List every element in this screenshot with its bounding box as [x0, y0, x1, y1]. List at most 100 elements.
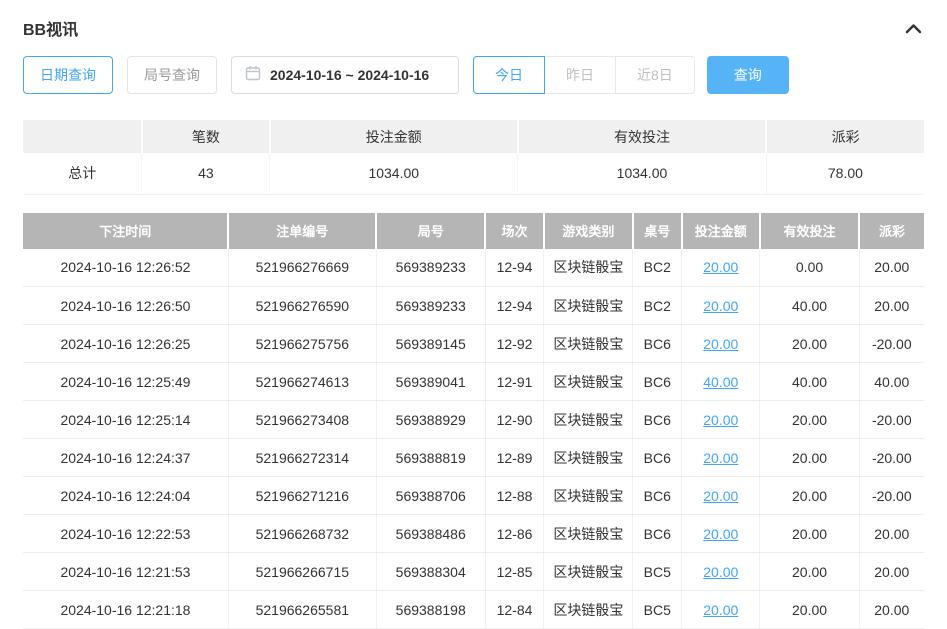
- bet-amount-link[interactable]: 20.00: [703, 526, 738, 542]
- quick-range-group: 今日 昨日 近8日: [473, 56, 695, 94]
- cell-game-type: 区块链骰宝: [544, 477, 633, 515]
- cell-payout: -20.00: [859, 439, 924, 477]
- cell-valid-bet: 40.00: [760, 287, 859, 325]
- table-row: 2024-10-16 12:24:37 521966272314 5693888…: [23, 439, 924, 477]
- cell-table-no: BC2: [633, 249, 682, 287]
- bb-video-panel: BB视讯 日期查询 局号查询 2024-10-16 ~ 2024-10-16 今…: [0, 0, 947, 629]
- cell-round-id: 569389041: [376, 363, 485, 401]
- quick-range-yesterday-button[interactable]: 昨日: [544, 56, 616, 94]
- cell-valid-bet: 20.00: [760, 401, 859, 439]
- cell-table-no: BC2: [633, 287, 682, 325]
- calendar-icon: [245, 65, 261, 86]
- summary-header-valid-bet: 有效投注: [518, 120, 767, 153]
- cell-valid-bet: 20.00: [760, 591, 859, 629]
- table-row: 2024-10-16 12:26:52 521966276669 5693892…: [23, 249, 924, 287]
- bet-amount-link[interactable]: 20.00: [703, 298, 738, 314]
- bet-amount-link[interactable]: 20.00: [703, 412, 738, 428]
- summary-bet-amount-value: 1034.00: [270, 153, 518, 194]
- cell-bet-amount: 20.00: [682, 439, 760, 477]
- cell-bet-time: 2024-10-16 12:26:52: [23, 249, 228, 287]
- cell-session: 12-89: [485, 439, 544, 477]
- cell-session: 12-86: [485, 515, 544, 553]
- cell-session: 12-92: [485, 325, 544, 363]
- summary-total-label: 总计: [23, 153, 142, 194]
- col-header-bet-amount: 投注金额: [682, 213, 760, 249]
- cell-valid-bet: 40.00: [760, 363, 859, 401]
- cell-bet-time: 2024-10-16 12:25:49: [23, 363, 228, 401]
- bet-amount-link[interactable]: 20.00: [703, 488, 738, 504]
- cell-order-id: 521966271216: [228, 477, 376, 515]
- date-range-input[interactable]: 2024-10-16 ~ 2024-10-16: [231, 56, 459, 94]
- cell-session: 12-91: [485, 363, 544, 401]
- cell-payout: 20.00: [859, 249, 924, 287]
- cell-bet-amount: 20.00: [682, 325, 760, 363]
- cell-bet-amount: 20.00: [682, 287, 760, 325]
- records-header-row: 下注时间 注单编号 局号 场次 游戏类别 桌号 投注金额 有效投注 派彩: [23, 213, 924, 249]
- cell-round-id: 569388304: [376, 553, 485, 591]
- table-row: 2024-10-16 12:26:50 521966276590 5693892…: [23, 287, 924, 325]
- cell-valid-bet: 20.00: [760, 553, 859, 591]
- cell-order-id: 521966268732: [228, 515, 376, 553]
- cell-game-type: 区块链骰宝: [544, 591, 633, 629]
- cell-game-type: 区块链骰宝: [544, 401, 633, 439]
- col-header-session: 场次: [485, 213, 544, 249]
- cell-session: 12-85: [485, 553, 544, 591]
- cell-table-no: BC5: [633, 553, 682, 591]
- cell-round-id: 569388198: [376, 591, 485, 629]
- cell-bet-time: 2024-10-16 12:22:53: [23, 515, 228, 553]
- cell-payout: -20.00: [859, 325, 924, 363]
- cell-payout: 20.00: [859, 515, 924, 553]
- cell-table-no: BC6: [633, 401, 682, 439]
- bet-amount-link[interactable]: 20.00: [703, 602, 738, 618]
- cell-order-id: 521966266715: [228, 553, 376, 591]
- date-range-value: 2024-10-16 ~ 2024-10-16: [270, 67, 429, 83]
- cell-round-id: 569388819: [376, 439, 485, 477]
- bet-amount-link[interactable]: 20.00: [703, 450, 738, 466]
- table-row: 2024-10-16 12:21:53 521966266715 5693883…: [23, 553, 924, 591]
- cell-session: 12-88: [485, 477, 544, 515]
- bet-amount-link[interactable]: 20.00: [703, 336, 738, 352]
- cell-round-id: 569389233: [376, 287, 485, 325]
- page-title: BB视讯: [23, 16, 78, 40]
- date-query-tab-button[interactable]: 日期查询: [23, 56, 113, 94]
- cell-order-id: 521966265581: [228, 591, 376, 629]
- cell-table-no: BC6: [633, 325, 682, 363]
- cell-game-type: 区块链骰宝: [544, 363, 633, 401]
- cell-round-id: 569388486: [376, 515, 485, 553]
- cell-game-type: 区块链骰宝: [544, 553, 633, 591]
- quick-range-today-button[interactable]: 今日: [473, 56, 545, 94]
- bet-amount-link[interactable]: 20.00: [703, 259, 738, 275]
- cell-payout: -20.00: [859, 401, 924, 439]
- table-row: 2024-10-16 12:21:18 521966265581 5693881…: [23, 591, 924, 629]
- bet-amount-link[interactable]: 40.00: [703, 374, 738, 390]
- cell-table-no: BC5: [633, 591, 682, 629]
- cell-order-id: 521966273408: [228, 401, 376, 439]
- bet-amount-link[interactable]: 20.00: [703, 564, 738, 580]
- cell-bet-time: 2024-10-16 12:26:50: [23, 287, 228, 325]
- round-query-tab-button[interactable]: 局号查询: [127, 56, 217, 94]
- cell-table-no: BC6: [633, 515, 682, 553]
- summary-total-row: 总计 43 1034.00 1034.00 78.00: [23, 153, 924, 194]
- search-button[interactable]: 查询: [707, 56, 789, 94]
- cell-game-type: 区块链骰宝: [544, 287, 633, 325]
- cell-game-type: 区块链骰宝: [544, 515, 633, 553]
- cell-order-id: 521966276590: [228, 287, 376, 325]
- table-row: 2024-10-16 12:24:04 521966271216 5693887…: [23, 477, 924, 515]
- cell-payout: -20.00: [859, 477, 924, 515]
- summary-header-count: 笔数: [142, 120, 270, 153]
- cell-valid-bet: 0.00: [760, 249, 859, 287]
- summary-header-bet-amount: 投注金额: [270, 120, 518, 153]
- cell-session: 12-90: [485, 401, 544, 439]
- cell-payout: 20.00: [859, 591, 924, 629]
- cell-game-type: 区块链骰宝: [544, 439, 633, 477]
- cell-bet-time: 2024-10-16 12:21:18: [23, 591, 228, 629]
- cell-bet-amount: 40.00: [682, 363, 760, 401]
- cell-table-no: BC6: [633, 477, 682, 515]
- cell-bet-amount: 20.00: [682, 553, 760, 591]
- cell-bet-time: 2024-10-16 12:21:53: [23, 553, 228, 591]
- col-header-order-id: 注单编号: [228, 213, 376, 249]
- summary-valid-bet-value: 1034.00: [518, 153, 767, 194]
- quick-range-last-8-days-button[interactable]: 近8日: [615, 56, 695, 94]
- collapse-panel-button[interactable]: [903, 21, 924, 36]
- col-header-valid-bet: 有效投注: [760, 213, 859, 249]
